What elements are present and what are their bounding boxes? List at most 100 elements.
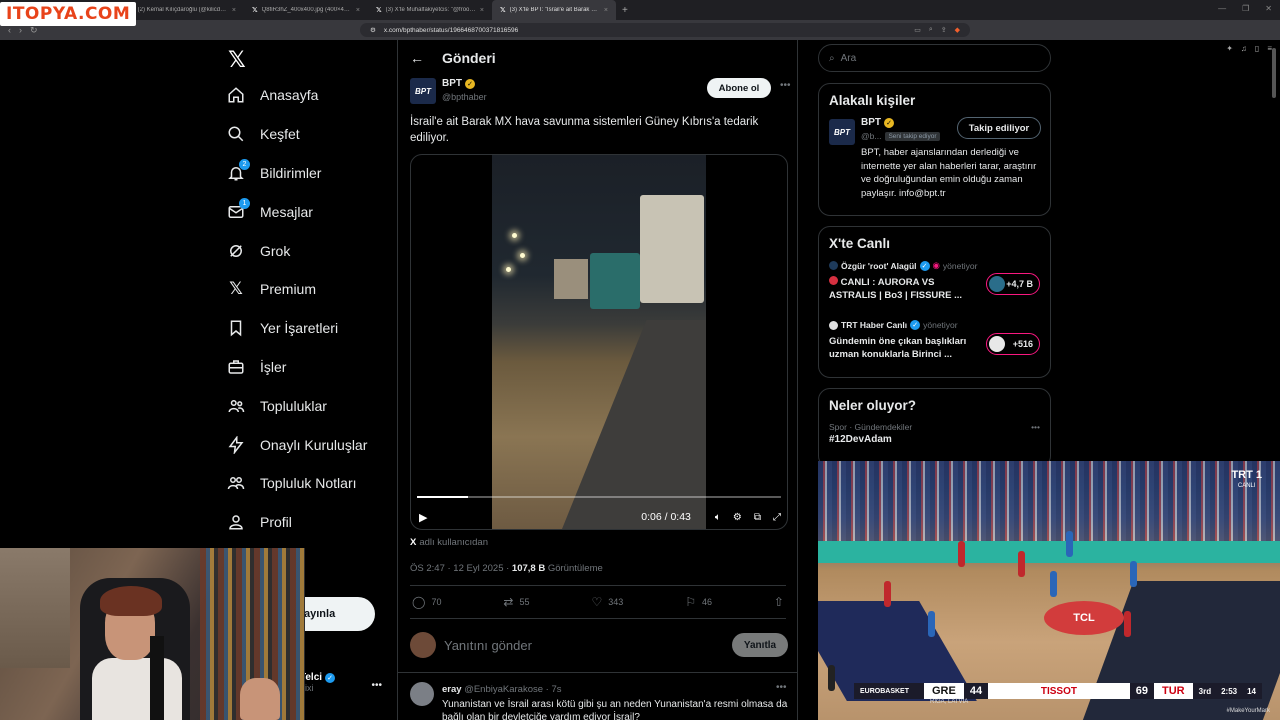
video-progress-fill [417,496,468,498]
verified-badge-icon: ✓ [325,672,336,683]
video-truck [554,259,588,299]
sidebar-item-premium[interactable]: 𝕏 Premium [226,270,396,309]
search-placeholder: Ara [840,52,857,64]
sidebar-item-verified-orgs[interactable]: Onaylı Kuruluşlar [226,425,396,464]
sidebar-item-community-notes[interactable]: Topluluk Notları [226,464,396,503]
streamer-hair [100,586,162,616]
music-icon[interactable]: ♫ [1241,44,1247,53]
like-button[interactable]: ♡ 343 [591,595,623,609]
reply-author-handle[interactable]: @EnbiyaKarakose [464,684,543,695]
bookmark-button[interactable]: ⚐ 46 [685,595,712,609]
x-logo-icon: 𝕏 [229,279,243,299]
sidebar-item-grok[interactable]: Grok [226,231,396,270]
sidebar-item-messages[interactable]: 1 Mesajlar [226,192,396,231]
minimize-icon[interactable]: — [1218,4,1226,13]
sidebar-item-jobs[interactable]: İşler [226,348,396,387]
author-handle[interactable]: @bpthaber [442,92,487,102]
more-dots-icon[interactable]: ••• [1031,422,1040,432]
share-icon[interactable]: ⇪ [941,26,947,34]
x-logo-icon[interactable]: 𝕏 [226,44,396,76]
screen-icon[interactable]: ▭ [914,26,921,34]
play-icon[interactable]: ▶ [419,511,427,524]
close-icon[interactable]: × [604,7,608,14]
repost-button[interactable]: ⇄ 55 [503,595,529,609]
live-host: Özgür 'root' Alagül ✓ ◉ yönetiyor [829,260,1040,271]
video-player[interactable]: ▶ 0:06 / 0:43 🔈︎ ⚙ ⧉ ⤢ [410,154,788,530]
sidebar-item-home[interactable]: Anasayfa [226,76,396,115]
fullscreen-icon[interactable]: ⤢ [773,512,781,523]
live-listener-count[interactable]: +516 [986,333,1040,355]
verified-badge-icon: ✓ [884,117,894,128]
video-source[interactable]: Xadlı kullanıcıdan [410,537,488,548]
reload-icon[interactable]: ↻ [30,25,38,36]
more-dots-icon[interactable]: ••• [371,680,382,691]
back-arrow-icon[interactable]: ← [410,50,424,66]
post-timestamp[interactable]: ÖS 2:47 · 12 Eyl 2025 · [410,563,512,574]
close-icon[interactable]: × [480,7,484,14]
close-icon[interactable]: × [356,7,360,14]
close-icon[interactable]: × [232,7,236,14]
post-text: İsrail'e ait Barak MX hava savunma siste… [410,116,759,144]
extension-icons: ✦ ♫ ▯ ≡ [1226,44,1272,53]
webcam-background [0,548,70,668]
live-item[interactable]: TRT Haber Canlı ✓ yönetiyor Gündemin öne ç… [819,320,1050,380]
reply-input[interactable]: Yanıtını gönder [444,638,532,653]
browser-tab-active[interactable]: 𝕏 (3) X'te BPT: "İsrail'e ait Barak M... × [492,0,616,20]
live-listener-count[interactable]: +4,7 B [986,273,1040,295]
reply-button[interactable]: ◯ 70 [412,595,441,609]
message-badge: 1 [239,197,250,209]
settings-icon[interactable]: ⚙ [733,512,742,523]
trends-card: Neler oluyor? Spor · Gündemdekiler ••• #1… [818,388,1051,468]
reply-author-name[interactable]: eray [442,684,462,695]
live-item[interactable]: Özgür 'root' Alagül ✓ ◉ yönetiyor CANLI : A… [819,260,1050,320]
zoom-icon[interactable]: ⌕ [929,26,933,34]
avatar[interactable]: BPT [829,119,855,145]
sidebar-item-notifications[interactable]: 2 Bildirimler [226,154,396,193]
watermark-logo: ITOPYA.COM [0,2,137,26]
trend-name[interactable]: #12DevAdam [819,432,1050,447]
reply-submit-button[interactable]: Yanıtla [732,633,788,657]
clock: 2:53 [1221,686,1238,696]
sponsor: TISSOT [1040,685,1077,697]
more-dots-icon[interactable]: ••• [780,80,791,91]
brave-shield-icon[interactable]: ◆ [955,26,960,34]
close-window-icon[interactable]: ✕ [1265,4,1272,13]
maximize-icon[interactable]: ❐ [1242,4,1249,13]
related-person[interactable]: BPT BPT ✓ @b... Seni takip ediyor Takip ed… [819,117,1050,237]
street-lamp [506,267,511,272]
sidebar-item-communities[interactable]: Topluluklar [226,386,396,425]
scrollbar[interactable] [1272,48,1276,98]
puzzle-icon[interactable]: ✦ [1226,44,1233,53]
video-progress-bar[interactable] [417,496,781,498]
sidebar-item-bookmarks[interactable]: Yer İşaretleri [226,309,396,348]
browser-tab[interactable]: 𝕏 Q8fiR3hZ_400x400.jpg (400×400) × [244,0,368,20]
sidebar-icon[interactable]: ▯ [1255,44,1259,53]
video-truck [590,253,640,309]
browser-tab[interactable]: 𝕏 (3) X'te Muhalfakiyetcis: "@froostyg...… [368,0,492,20]
host-name: Özgür 'root' Alagül [841,260,917,271]
search-input[interactable]: ⌕ Ara [818,44,1051,72]
share-button[interactable]: ⇧ [774,595,784,609]
volume-icon[interactable]: 🔈︎ [715,512,721,523]
site-info-icon[interactable]: ⚙ [370,26,376,34]
pip-icon[interactable]: ⧉ [754,512,761,523]
referee [828,665,835,691]
street-lamp [520,253,525,258]
new-tab-button[interactable]: + [616,5,634,16]
subscribe-button[interactable]: Abone ol [707,78,771,98]
post-column: ← Gönderi BPT BPT ✓ @bpthaber Abone ol ••… [397,40,798,720]
more-dots-icon[interactable]: ••• [776,682,787,693]
sidebar-item-explore[interactable]: Keşfet [226,115,396,154]
browser-tab[interactable]: 𝕏(2) Kemal Kılıçdaroğlu (@kilicdarogl...… [120,0,244,20]
sidebar-item-label: Keşfet [260,126,300,143]
account-switcher[interactable]: Telci ✓ oixi ••• [300,672,390,693]
sidebar-item-profile[interactable]: Profil [226,503,396,542]
back-arrow-icon[interactable]: ‹ [8,25,11,36]
author-name-row[interactable]: BPT ✓ [442,78,475,89]
notification-badge: 2 [239,158,250,170]
following-button[interactable]: Takip ediliyor [957,117,1041,139]
forward-arrow-icon[interactable]: › [19,25,22,36]
avatar[interactable]: BPT [410,78,436,104]
avatar[interactable] [410,682,434,706]
url-field[interactable]: ⚙ x.com/bpthaber/status/1966468700371816… [360,23,970,37]
